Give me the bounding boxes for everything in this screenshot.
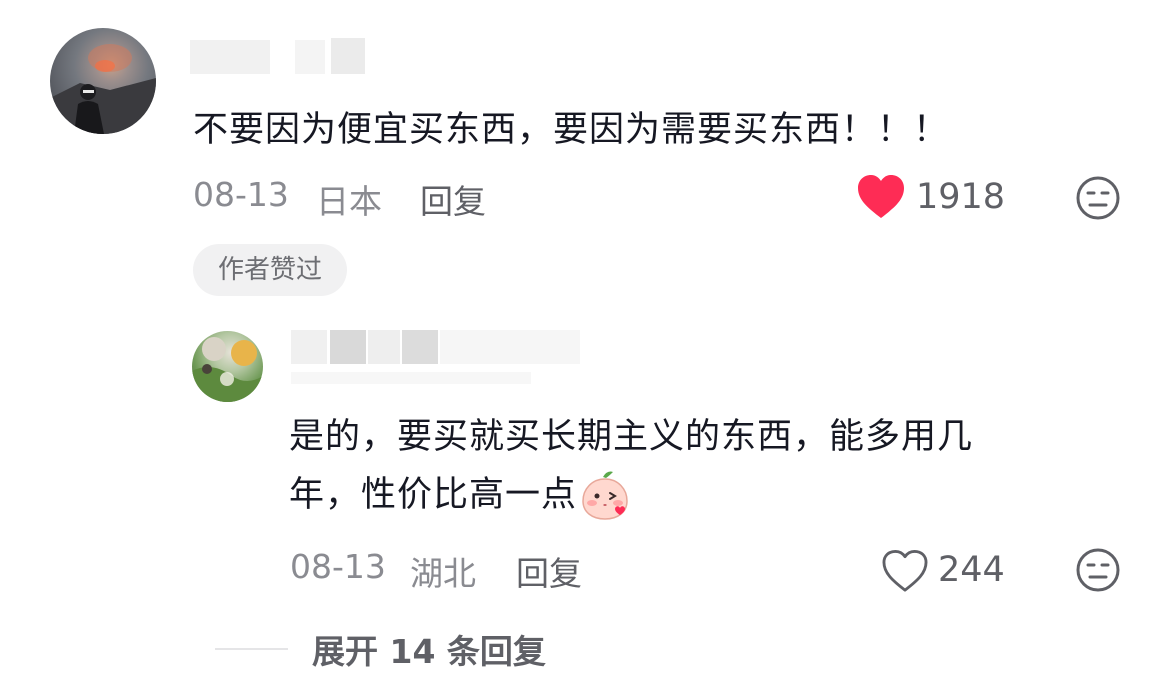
reply-date: 08-13 [290, 547, 386, 586]
reply-text-line: 年，性价比高一点 [289, 466, 1109, 524]
commenter-username-blurred[interactable] [190, 40, 270, 74]
reply-reply-button[interactable]: 回复 [516, 547, 582, 595]
expand-replies-button[interactable]: 展开 14 条回复 [312, 625, 546, 673]
reply-text-line: 是的，要买就买长期主义的东西，能多用几 [289, 417, 974, 457]
comment-date: 08-13 [193, 175, 289, 214]
reply-like-count: 244 [938, 550, 1005, 590]
blushing-peach-emoji-icon [579, 469, 631, 521]
reply-dislike-button[interactable] [1075, 547, 1121, 593]
heart-filled-icon [858, 175, 904, 218]
replier-username-blurred [291, 372, 531, 384]
comment-location: 日本 [316, 182, 382, 221]
heart-outline-icon [882, 549, 928, 592]
meh-face-icon [1076, 548, 1120, 592]
commenter-username-blurred [331, 38, 365, 74]
like-count: 1918 [916, 177, 1006, 217]
meh-face-icon [1076, 176, 1120, 220]
commenter-username-blurred [295, 40, 325, 74]
reply-location: 湖北 [410, 554, 476, 593]
replier-username-blurred [402, 330, 438, 364]
replier-username-blurred [330, 330, 366, 364]
expand-divider [215, 648, 288, 650]
replier-username-blurred[interactable] [291, 330, 327, 364]
replier-username-blurred [440, 330, 580, 364]
reply-button[interactable]: 回复 [420, 175, 486, 223]
author-liked-badge: 作者赞过 [193, 244, 347, 296]
replier-username-blurred [368, 330, 400, 364]
like-button[interactable] [856, 174, 906, 220]
reply-like-button[interactable] [881, 549, 929, 593]
commenter-avatar[interactable] [50, 28, 156, 134]
reply-text-line-2: 年，性价比高一点 [289, 475, 578, 515]
reply-text: 是的，要买就买长期主义的东西，能多用几 年，性价比高一点 [289, 408, 1109, 524]
dislike-button[interactable] [1075, 175, 1121, 221]
replier-avatar[interactable] [192, 331, 263, 402]
comment-text: 不要因为便宜买东西，要因为需要买东西！！！ [193, 110, 950, 150]
